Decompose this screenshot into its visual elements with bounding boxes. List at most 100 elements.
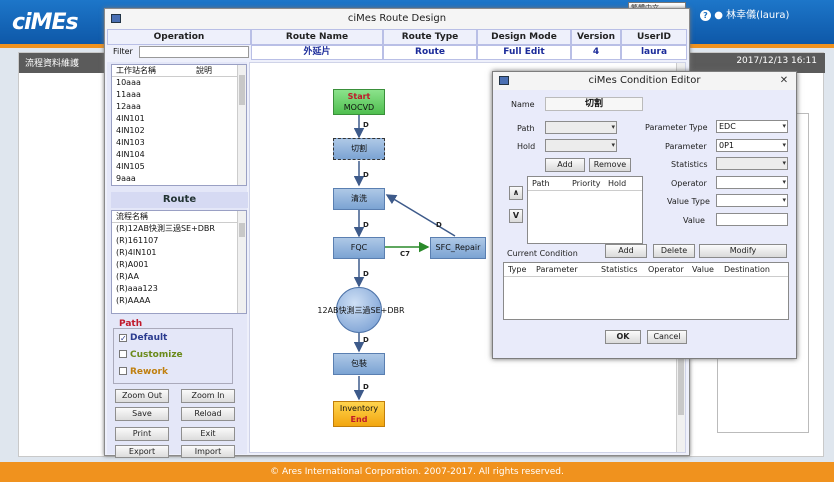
operation-list[interactable]: 工作站名稱 說明 10aaa 11aaa 12aaa 4IN101 4IN102 …: [111, 64, 247, 186]
route-list-header: 流程名稱: [112, 211, 246, 223]
list-item[interactable]: 11aaa: [112, 89, 246, 101]
value-type-select[interactable]: ▾: [716, 194, 788, 207]
route-section-title: Route: [111, 192, 248, 208]
parameter-type-label: Parameter Type: [645, 123, 708, 132]
route-design-title: ciMes Route Design: [347, 13, 447, 24]
value-col-header: Value: [692, 265, 714, 274]
user-icon: ●: [714, 10, 723, 21]
app-icon: [499, 76, 509, 85]
hold-label: Hold: [517, 142, 536, 151]
condition-modify-button[interactable]: Modify: [699, 244, 787, 258]
filter-input[interactable]: [139, 46, 249, 58]
path-col-header: Path: [532, 179, 550, 188]
route-list-scrollbar[interactable]: [237, 211, 246, 313]
test-circle-label: 12AB快測三過SE+DBR: [317, 306, 405, 315]
list-item[interactable]: 4IN104: [112, 149, 246, 161]
move-up-button[interactable]: ∧: [509, 186, 523, 200]
name-value: 切割: [545, 97, 643, 111]
fqc-node[interactable]: FQC: [333, 237, 385, 259]
save-button[interactable]: Save: [115, 407, 169, 421]
zoom-in-button[interactable]: Zoom In: [181, 389, 235, 403]
operation-list-header: 工作站名稱 說明: [112, 65, 246, 77]
help-icon[interactable]: ?: [700, 10, 711, 21]
parameter-select[interactable]: 0P1 ▾: [716, 139, 788, 152]
statistics-col-header: Statistics: [601, 265, 638, 274]
parameter-col-header: Parameter: [536, 265, 578, 274]
list-item[interactable]: (R)aaa123: [112, 283, 246, 295]
import-button[interactable]: Import: [181, 445, 235, 458]
header-operation: Operation: [107, 29, 251, 45]
operation-list-scrollbar[interactable]: [237, 65, 246, 185]
pack-node[interactable]: 包裝: [333, 353, 385, 375]
close-icon[interactable]: ✕: [776, 74, 792, 87]
cimes-logo: ciMEs: [12, 10, 79, 35]
ok-button[interactable]: OK: [605, 330, 641, 344]
footer: © Ares International Corporation. 2007-2…: [0, 462, 834, 482]
type-col-header: Type: [508, 265, 527, 274]
value-input[interactable]: [716, 213, 788, 226]
wash-node[interactable]: 清洗: [333, 188, 385, 210]
start-node[interactable]: Start MOCVD: [333, 89, 385, 115]
path-label: Path: [517, 124, 535, 133]
condition-table[interactable]: Type Parameter Statistics Operator Value…: [503, 262, 789, 320]
sfc-repair-node[interactable]: SFC_Repair: [430, 237, 486, 259]
filter-label: Filter: [113, 47, 133, 56]
edge-label: D: [363, 221, 369, 229]
page-title: 流程資料維護: [25, 59, 80, 69]
operator-select[interactable]: ▾: [716, 176, 788, 189]
list-item[interactable]: 4IN102: [112, 125, 246, 137]
move-down-button[interactable]: V: [509, 209, 523, 223]
customize-checkbox[interactable]: Customize: [119, 350, 183, 360]
route-list[interactable]: 流程名稱 (R)12AB快測三過SE+DBR (R)161107 (R)4IN1…: [111, 210, 247, 314]
condition-delete-button[interactable]: Delete: [653, 244, 695, 258]
list-item[interactable]: (R)AA: [112, 271, 246, 283]
reload-button[interactable]: Reload: [181, 407, 235, 421]
route-name-value: 外延片: [251, 45, 383, 60]
print-button[interactable]: Print: [115, 427, 169, 441]
edge-label: D: [436, 221, 442, 229]
list-item[interactable]: (R)AAAA: [112, 295, 246, 307]
end-node[interactable]: Inventory End: [333, 401, 385, 427]
default-checkbox[interactable]: ✓ Default: [119, 333, 167, 343]
list-item[interactable]: (R)A001: [112, 259, 246, 271]
edge-label-c7: C7: [400, 250, 411, 258]
parameter-type-select[interactable]: EDC ▾: [716, 120, 788, 133]
cut-node[interactable]: 切割: [333, 138, 385, 160]
parameter-label: Parameter: [665, 142, 707, 151]
user-info[interactable]: ? ● 林幸儀(laura): [700, 6, 789, 21]
route-type-value: Route: [383, 45, 477, 60]
export-button[interactable]: Export: [115, 445, 169, 458]
list-item[interactable]: (R)12AB快測三過SE+DBR: [112, 223, 246, 235]
list-item[interactable]: 9aaa: [112, 173, 246, 185]
header-userid: UserID: [621, 29, 687, 45]
list-item[interactable]: 4IN101: [112, 113, 246, 125]
header-route-type: Route Type: [383, 29, 477, 45]
cancel-button[interactable]: Cancel: [647, 330, 687, 344]
route-design-titlebar: ciMes Route Design: [105, 9, 689, 29]
header-version: Version: [571, 29, 621, 45]
list-item[interactable]: 4IN103: [112, 137, 246, 149]
statistics-select[interactable]: ▾: [716, 157, 788, 170]
list-item[interactable]: (R)161107: [112, 235, 246, 247]
list-item[interactable]: (R)4IN101: [112, 247, 246, 259]
path-table[interactable]: Path Priority Hold: [527, 176, 643, 244]
edge-label: D: [363, 171, 369, 179]
design-mode-value: Full Edit: [477, 45, 571, 60]
edge-label: D: [363, 270, 369, 278]
list-item[interactable]: 10aaa: [112, 77, 246, 89]
statistics-label: Statistics: [671, 160, 708, 169]
edge-label: D: [363, 336, 369, 344]
list-item[interactable]: 12aaa: [112, 101, 246, 113]
path-select[interactable]: ▾: [545, 121, 617, 134]
zoom-out-button[interactable]: Zoom Out: [115, 389, 169, 403]
exit-button[interactable]: Exit: [181, 427, 235, 441]
path-remove-button[interactable]: Remove: [589, 158, 631, 172]
list-item[interactable]: 4IN105: [112, 161, 246, 173]
value-label: Value: [683, 216, 705, 225]
userid-value: laura: [621, 45, 687, 60]
rework-checkbox[interactable]: Rework: [119, 367, 168, 377]
path-add-button[interactable]: Add: [545, 158, 585, 172]
condition-add-button[interactable]: Add: [605, 244, 647, 258]
app-icon: [111, 14, 121, 23]
hold-select[interactable]: ▾: [545, 139, 617, 152]
